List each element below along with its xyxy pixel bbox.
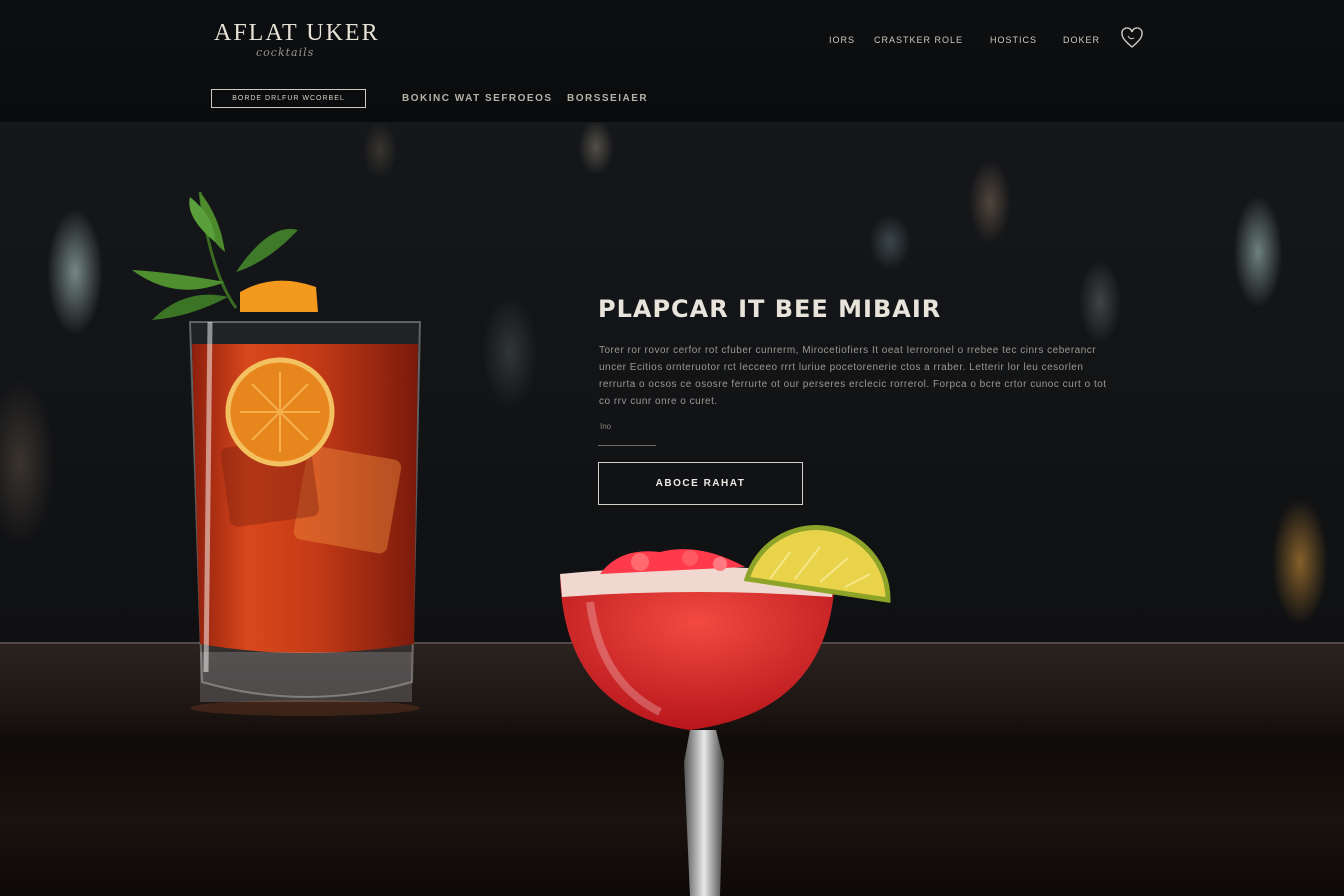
- nav-item-1[interactable]: IORS: [829, 35, 855, 45]
- nav-item-2[interactable]: CRASTKER ROLE: [874, 35, 963, 45]
- hero-description: Torer ror rovor cerfor rot cfuber cunrer…: [599, 345, 1107, 407]
- margarita-glass: [560, 525, 891, 896]
- brand-logo[interactable]: AFLAT UKER: [214, 20, 380, 47]
- subnav-item-1[interactable]: BOKINC WAT SEFROEOS: [402, 93, 553, 104]
- site-header: AFLAT UKER cocktails IORS CRASTKER ROLE …: [0, 0, 1344, 122]
- hero-section: PLAPCAR IT BEE MIBAIR Torer ror rovor ce…: [0, 122, 1344, 896]
- hero-divider: [598, 445, 656, 446]
- subnav-primary-button[interactable]: BORDE DRLFUR WCORBEL: [211, 89, 366, 108]
- brand-logo-tagline: cocktails: [256, 46, 315, 59]
- nav-item-3[interactable]: HOSTICS: [990, 35, 1037, 45]
- hero-small-label: Ino: [600, 422, 612, 431]
- cocktail-illustration: [132, 191, 891, 896]
- hero-title: PLAPCAR IT BEE MIBAIR: [598, 295, 942, 323]
- nav-item-4[interactable]: DOKER: [1063, 35, 1100, 45]
- cta-button[interactable]: ABOCE RAHAT: [598, 462, 803, 505]
- negroni-glass: [132, 191, 422, 716]
- heart-icon[interactable]: [1120, 26, 1144, 50]
- subnav-item-2[interactable]: BORSSEIAER: [567, 93, 648, 104]
